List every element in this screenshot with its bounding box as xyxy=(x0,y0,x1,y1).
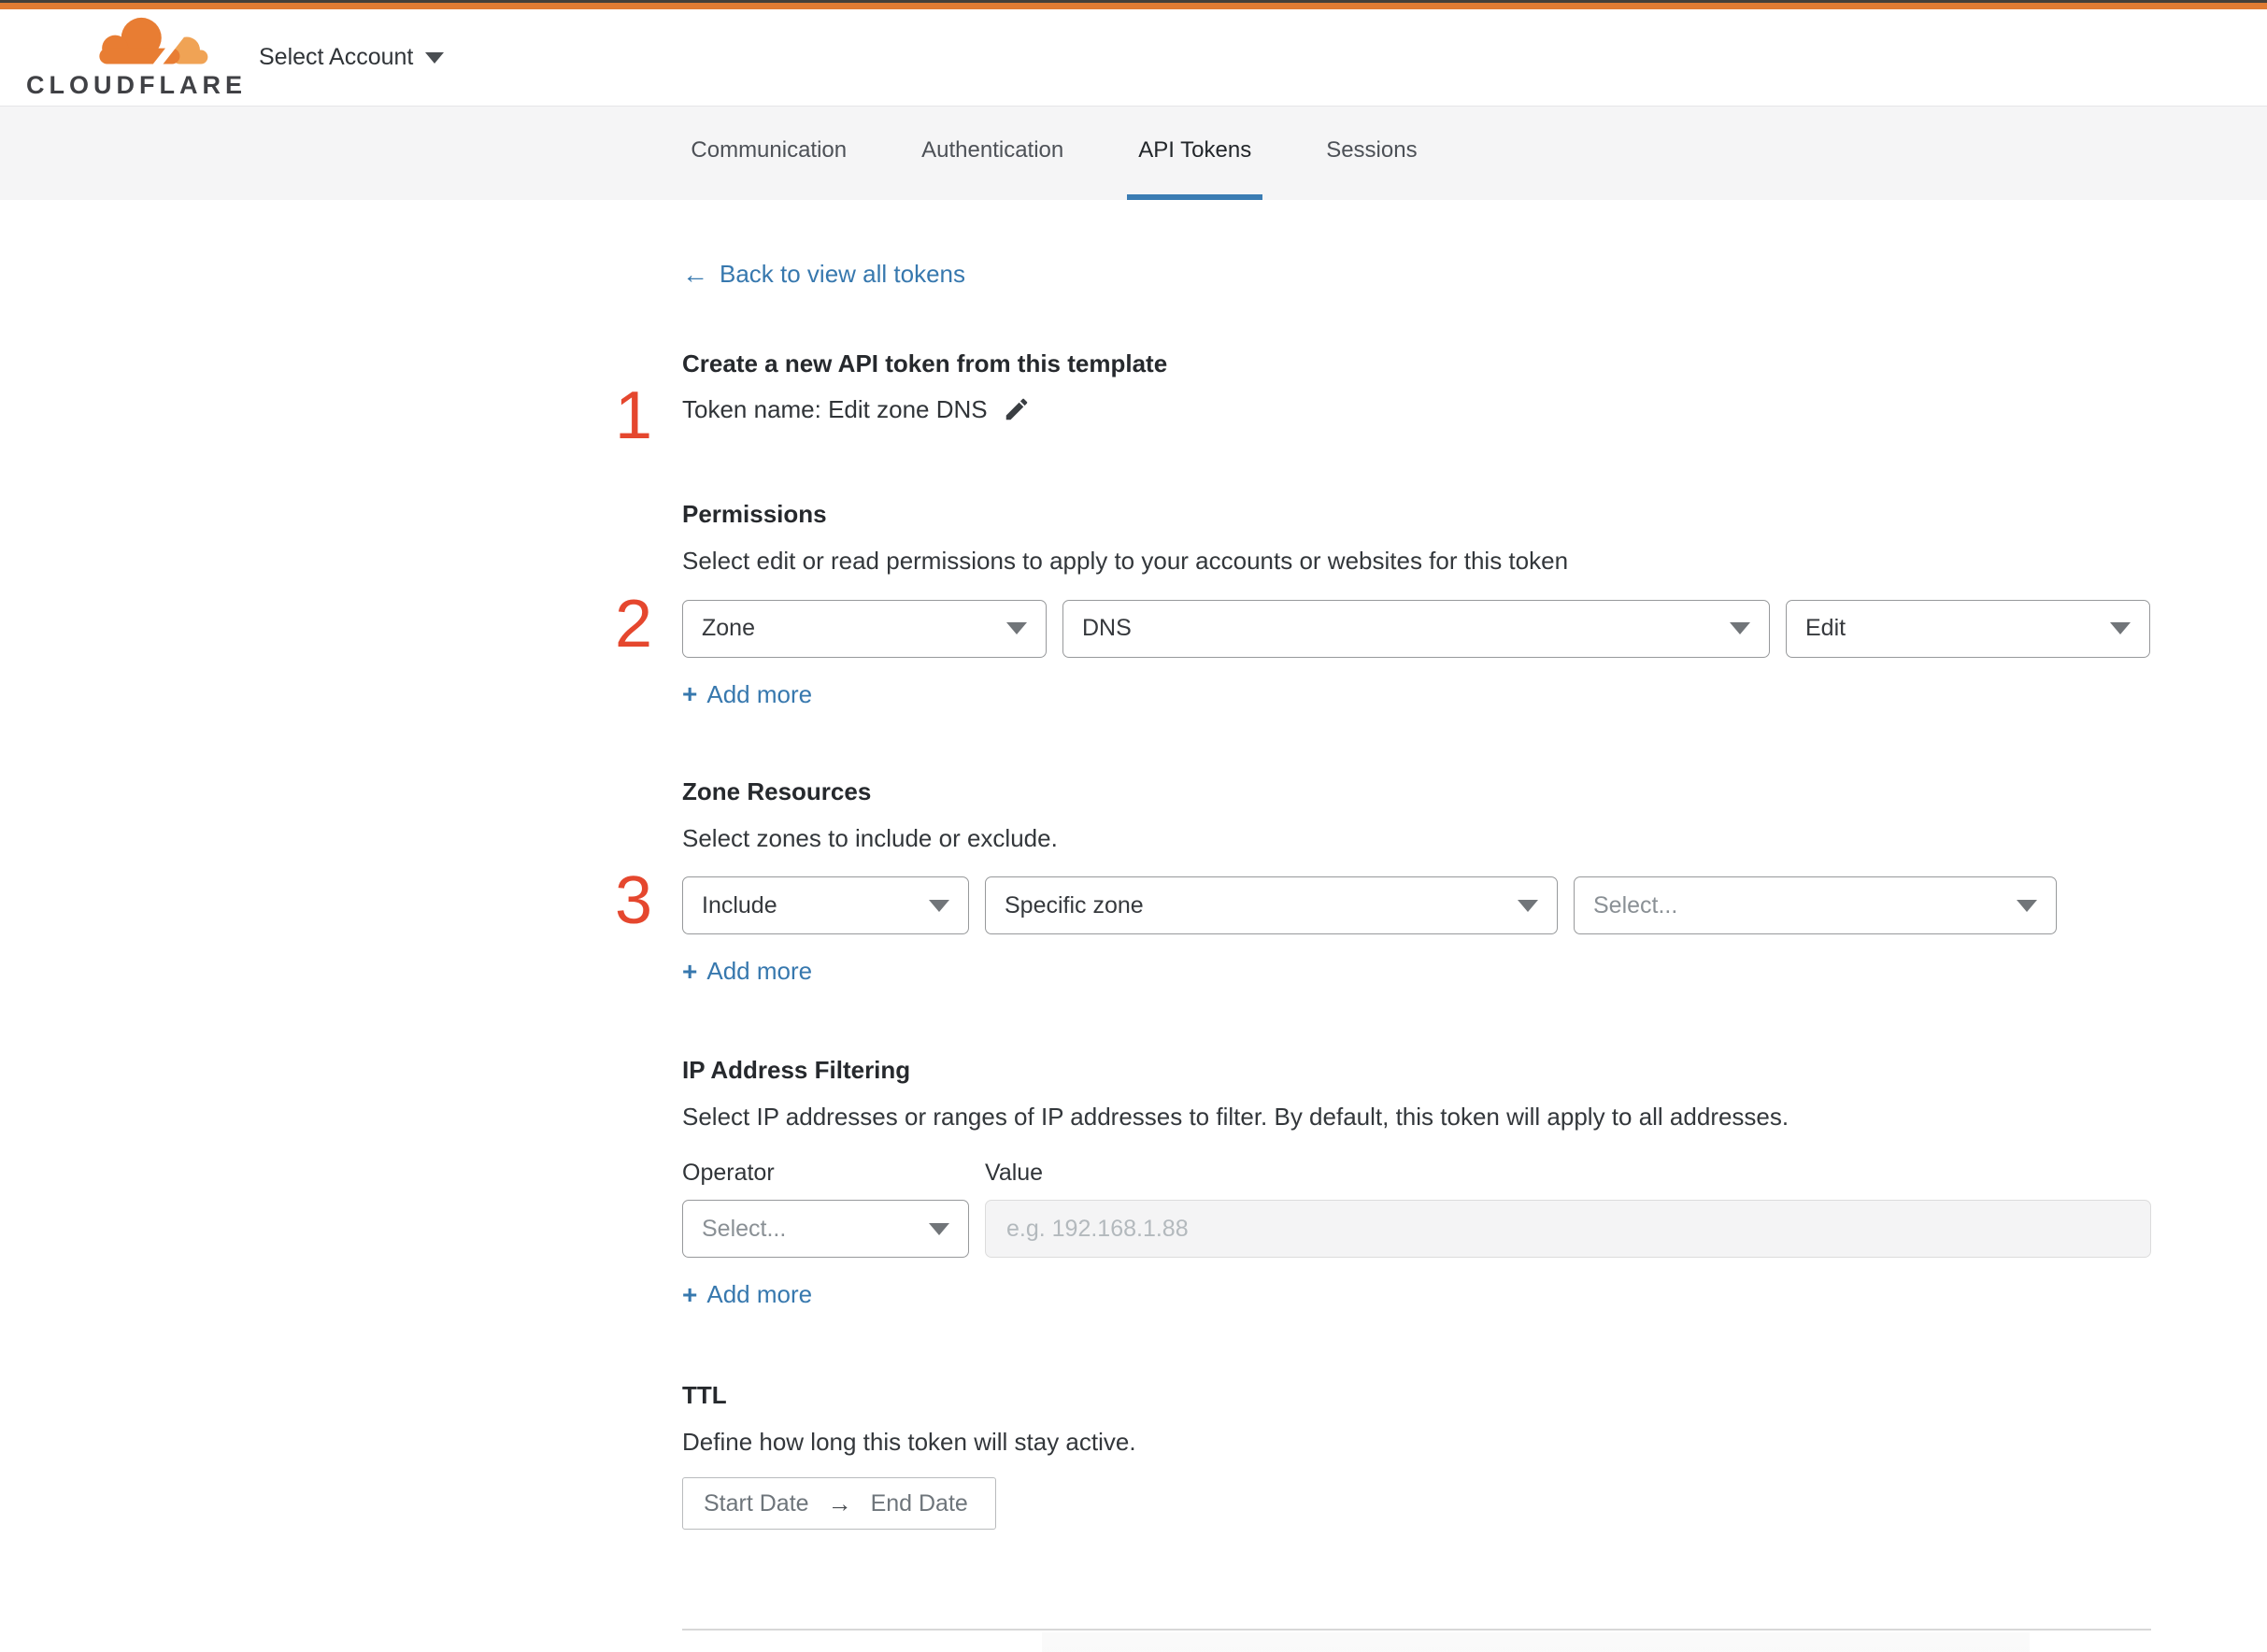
token-section-title: Create a new API token from this templat… xyxy=(682,349,1168,377)
tab-communication[interactable]: Communication xyxy=(679,107,858,200)
back-link-label: Back to view all tokens xyxy=(720,260,966,288)
chevron-down-icon xyxy=(425,51,445,64)
right-arrow-icon: → xyxy=(827,1488,852,1517)
ttl-title: TTL xyxy=(682,1381,727,1410)
token-name-row: 1 Token name: Edit zone DNS xyxy=(615,382,2151,449)
zone-resources-section: Zone Resources Select zones to include o… xyxy=(615,776,2151,987)
permissions-add-more-link[interactable]: + Add more xyxy=(682,680,812,709)
ip-value-input[interactable] xyxy=(985,1200,2151,1259)
permission-scope-select[interactable]: Zone xyxy=(682,599,1047,658)
main-content: ← Back to view all tokens Create a new A… xyxy=(615,200,2151,1652)
chevron-down-icon xyxy=(929,899,949,912)
back-arrow-icon: ← xyxy=(682,259,708,289)
zone-resources-title: Zone Resources xyxy=(682,776,872,805)
ip-filtering-section: IP Address Filtering Select IP addresses… xyxy=(682,1057,2151,1309)
chevron-down-icon xyxy=(2017,899,2037,912)
permissions-title: Permissions xyxy=(682,499,827,528)
step-number-3: 3 xyxy=(615,863,653,939)
footer-divider xyxy=(682,1629,2151,1631)
step-number-2: 2 xyxy=(615,586,653,662)
header: CLOUDFLARE Select Account xyxy=(0,9,2267,106)
ip-filtering-row: Select... xyxy=(682,1200,2151,1259)
chevron-down-icon xyxy=(1006,622,1027,635)
ip-filtering-title: IP Address Filtering xyxy=(682,1056,911,1085)
ttl-date-range-picker[interactable]: Start Date → End Date xyxy=(682,1477,996,1531)
cloudflare-cloud-icon xyxy=(26,17,221,71)
ip-filtering-add-more-link[interactable]: + Add more xyxy=(682,1280,812,1309)
value-label: Value xyxy=(985,1160,1044,1187)
end-date-placeholder: End Date xyxy=(870,1489,968,1517)
api-token-template-page: CLOUDFLARE Select Account Communication … xyxy=(0,0,2267,1652)
zone-resources-row: 3 Include Specific zone Select... xyxy=(615,867,2151,935)
edit-pencil-icon[interactable] xyxy=(1003,395,1031,423)
token-name-section: Create a new API token from this templat… xyxy=(615,349,2151,449)
step-number-1: 1 xyxy=(615,377,653,453)
start-date-placeholder: Start Date xyxy=(704,1489,809,1517)
ip-filtering-labels: Operator Value xyxy=(682,1160,2151,1187)
tab-api-tokens[interactable]: API Tokens xyxy=(1127,107,1263,200)
account-selector-label: Select Account xyxy=(259,44,414,70)
operator-label: Operator xyxy=(682,1160,775,1187)
token-name-value: Token name: Edit zone DNS xyxy=(682,394,988,423)
zone-resources-add-more-link[interactable]: + Add more xyxy=(682,957,812,986)
tab-sessions[interactable]: Sessions xyxy=(1315,107,1428,200)
chevron-down-icon xyxy=(1730,622,1750,635)
plus-icon: + xyxy=(682,1279,698,1309)
ttl-section: TTL Define how long this token will stay… xyxy=(682,1381,2151,1531)
chevron-down-icon xyxy=(2110,622,2131,635)
cloudflare-logo[interactable]: CLOUDFLARE xyxy=(26,17,247,99)
permission-type-select[interactable]: DNS xyxy=(1062,599,1770,658)
account-selector[interactable]: Select Account xyxy=(259,9,445,106)
zone-include-select[interactable]: Include xyxy=(682,876,969,935)
back-to-tokens-link[interactable]: ← Back to view all tokens xyxy=(682,260,965,289)
zone-resources-description: Select zones to include or exclude. xyxy=(682,823,1058,852)
plus-icon: + xyxy=(682,679,698,709)
zone-scope-select[interactable]: Specific zone xyxy=(985,876,1558,935)
permissions-description: Select edit or read permissions to apply… xyxy=(682,546,1569,575)
tab-bar: Communication Authentication API Tokens … xyxy=(0,106,2267,200)
permissions-section: Permissions Select edit or read permissi… xyxy=(615,499,2151,709)
ip-filtering-description: Select IP addresses or ranges of IP addr… xyxy=(682,1103,1789,1132)
zone-picker-select[interactable]: Select... xyxy=(1574,876,2057,935)
chevron-down-icon xyxy=(929,1222,949,1235)
top-accent-bar xyxy=(0,0,2267,9)
permissions-row: 2 Zone DNS Edit xyxy=(615,591,2151,658)
permission-access-select[interactable]: Edit xyxy=(1786,599,2150,658)
chevron-down-icon xyxy=(1518,899,1538,912)
tab-authentication[interactable]: Authentication xyxy=(910,107,1075,200)
ip-operator-select[interactable]: Select... xyxy=(682,1200,969,1259)
plus-icon: + xyxy=(682,956,698,986)
tabs: Communication Authentication API Tokens … xyxy=(679,107,1428,200)
ttl-description: Define how long this token will stay act… xyxy=(682,1428,1136,1457)
cloudflare-wordmark: CLOUDFLARE xyxy=(26,71,247,99)
